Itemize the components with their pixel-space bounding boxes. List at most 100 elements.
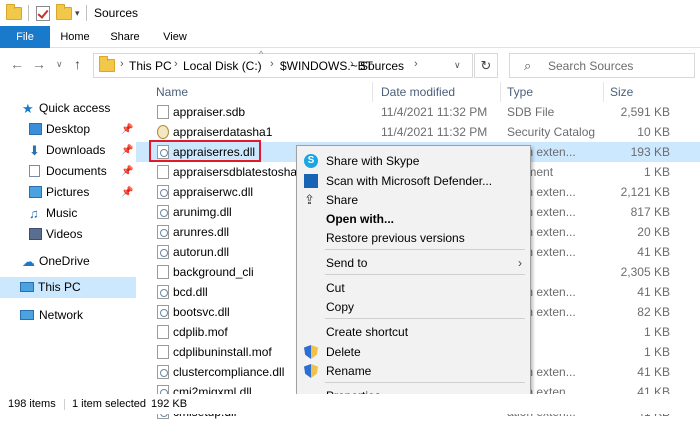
menu-label: Delete [326,345,361,359]
col-size[interactable]: Size [610,82,633,102]
up-icon[interactable]: ↑ [74,56,81,72]
sep-1 [28,5,29,21]
nav-item-downloads[interactable]: ⬇ Downloads 📌 [0,140,136,161]
menu-item-share-with-skype[interactable]: S Share with Skype [297,151,530,172]
forward-icon[interactable]: → [32,56,46,72]
nav-item-music[interactable]: ♫ Music [0,203,136,224]
tab-view[interactable]: View [154,26,196,48]
menu-item-restore-previous-versions[interactable]: Restore previous versions [297,228,530,249]
pin-icon: 📌 [121,145,134,156]
skype-icon: S [304,154,318,168]
tab-share[interactable]: Share [104,26,146,48]
nav-label: Network [39,308,84,322]
crumb-this-pc[interactable]: This PC [129,59,172,73]
menu-item-send-to[interactable]: Send to › [297,253,530,274]
recent-dropdown-icon[interactable]: ∨ [56,59,63,70]
crumb-sources[interactable]: Sources [360,59,404,73]
navigation-pane: ★ Quick access Desktop 📌 ⬇ Downloads 📌 D… [0,82,136,394]
nav-item-pictures[interactable]: Pictures 📌 [0,182,136,203]
menu-label: Rename [326,364,372,378]
col-name[interactable]: Name [156,82,188,102]
nav-item-desktop[interactable]: Desktop 📌 [0,119,136,140]
dll-file-icon [157,245,169,259]
nav-label: OneDrive [39,254,90,268]
customize-qat-icon[interactable]: ▾ [75,5,80,21]
window-title: Sources [94,6,139,20]
file-date: 11/4/2021 11:32 PM [381,125,488,139]
pin-icon: 📌 [121,187,134,198]
menu-item-copy[interactable]: Copy [297,297,530,318]
nav-item-videos[interactable]: Videos [0,224,136,245]
search-box[interactable]: ⌕ Search Sources [509,53,695,78]
nav-item-documents[interactable]: Documents 📌 [0,161,136,182]
tab-home[interactable]: Home [54,26,96,48]
star-icon: ★ [22,101,34,116]
catalog-file-icon [157,125,169,139]
menu-item-share[interactable]: ⇪ Share [297,190,530,211]
cloud-icon: ☁ [22,254,35,269]
menu-item-scan-defender[interactable]: Scan with Microsoft Defender... [297,171,530,192]
nav-onedrive[interactable]: ☁ OneDrive [0,251,136,272]
col-date[interactable]: Date modified [381,82,455,102]
computer-icon [20,282,34,292]
file-name: background_cli [173,265,254,279]
menu-separator [325,382,525,383]
file-name: cdplib.mof [173,325,228,339]
address-dropdown-icon[interactable]: ∨ [454,60,461,71]
folder-icon [6,3,22,21]
nav-quick-access[interactable]: ★ Quick access [0,98,136,119]
highlight-box-file [149,140,261,162]
share-icon: ⇪ [304,192,315,207]
nav-label: This PC [38,280,81,294]
file-name: arunimg.dll [173,205,232,219]
properties-check-icon[interactable] [36,5,50,21]
nav-this-pc[interactable]: This PC [0,277,136,298]
address-bar[interactable]: › This PC › Local Disk (C:) › $WINDOWS.~… [93,53,473,78]
chevron-right-icon[interactable]: › [120,58,124,70]
menu-item-open-with[interactable]: Open with... [297,209,530,230]
search-placeholder: Search Sources [548,59,634,73]
file-row[interactable]: appraiser.sdb 11/4/2021 11:32 PM SDB File 2… [136,102,700,122]
menu-label: Open with... [326,212,394,226]
file-name: cdplibuninstall.mof [173,345,272,359]
col-type[interactable]: Type [507,82,533,102]
nav-label: Quick access [39,101,111,115]
status-item-count: 198 items [8,398,56,410]
col-divider[interactable] [500,82,501,102]
status-selection: 1 item selected [72,398,146,410]
col-divider[interactable] [603,82,604,102]
file-type: SDB File [507,105,555,119]
defender-icon [304,174,318,188]
nav-label: Pictures [46,185,90,199]
col-divider[interactable] [372,82,373,102]
tab-file[interactable]: File [0,26,50,48]
new-folder-icon[interactable] [56,3,72,21]
file-date: 11/4/2021 11:32 PM [381,105,488,119]
menu-separator [325,249,525,250]
file-size: 20 KB [637,225,670,239]
chevron-right-icon[interactable]: › [270,58,274,70]
crumb-local-disk[interactable]: Local Disk (C:) [183,59,262,73]
menu-item-create-shortcut[interactable]: Create shortcut [297,322,530,343]
address-folder-icon [99,56,115,72]
menu-item-rename[interactable]: Rename [297,361,530,382]
chevron-right-icon[interactable]: › [350,58,354,70]
status-size: 192 KB [151,398,188,410]
menu-separator [325,318,525,319]
pictures-icon [29,186,42,198]
pin-icon: 📌 [121,166,134,177]
file-size: 10 KB [637,125,670,139]
menu-item-cut[interactable]: Cut [297,278,530,299]
chevron-right-icon[interactable]: › [174,58,178,70]
dll-file-icon [157,225,169,239]
file-size: 41 KB [637,245,670,259]
network-icon [20,310,34,320]
shield-icon [304,364,318,378]
refresh-icon[interactable]: ↻ [474,53,498,78]
menu-item-delete[interactable]: Delete [297,342,530,363]
nav-network[interactable]: Network [0,305,136,326]
back-icon[interactable]: ← [10,56,24,72]
file-row[interactable]: appraiserdatasha1 11/4/2021 11:32 PM Secur… [136,122,700,142]
chevron-right-icon[interactable]: › [414,58,418,70]
file-name: appraisersdblatestoshash [173,165,310,179]
